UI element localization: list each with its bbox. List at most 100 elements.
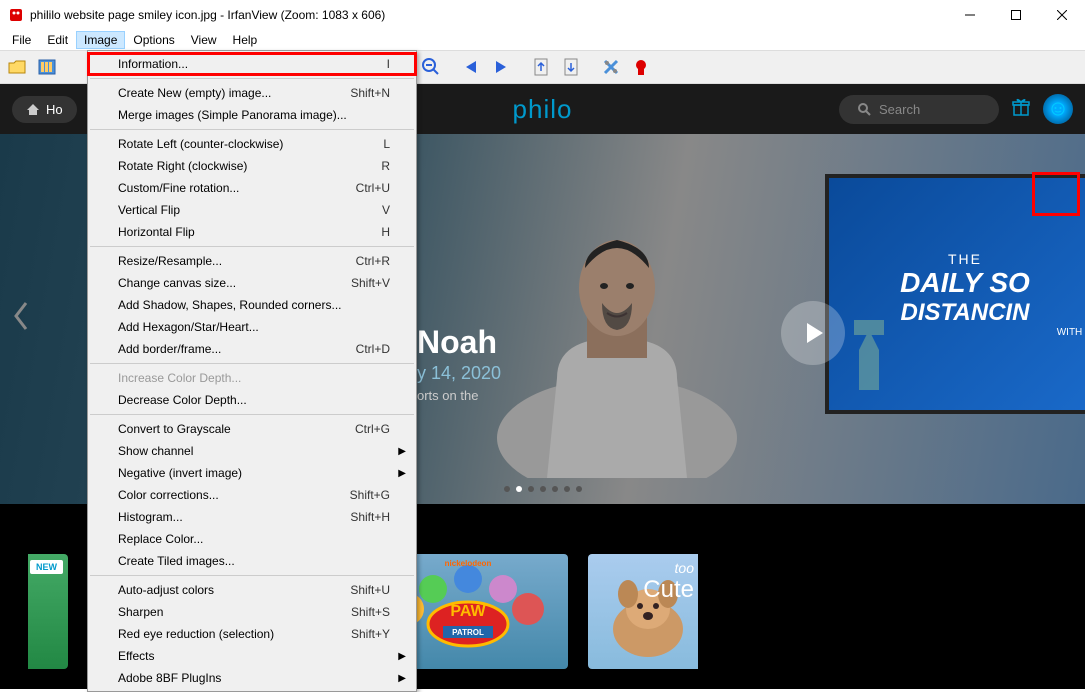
menu-edit[interactable]: Edit [39, 31, 76, 49]
menu-item-shortcut: Shift+U [350, 583, 390, 597]
menu-item-decrease-color-depth[interactable]: Decrease Color Depth... [88, 389, 416, 411]
menu-item-red-eye-reduction-selection[interactable]: Red eye reduction (selection)Shift+Y [88, 623, 416, 645]
menu-item-custom-fine-rotation[interactable]: Custom/Fine rotation...Ctrl+U [88, 177, 416, 199]
menu-item-label: Negative (invert image) [118, 466, 390, 480]
thumb-subtitle: Cute [643, 576, 694, 604]
menu-item-rotate-right-clockwise[interactable]: Rotate Right (clockwise)R [88, 155, 416, 177]
menu-item-label: Create Tiled images... [118, 554, 390, 568]
menu-item-color-corrections[interactable]: Color corrections...Shift+G [88, 484, 416, 506]
menu-item-create-tiled-images[interactable]: Create Tiled images... [88, 550, 416, 572]
menu-help[interactable]: Help [225, 31, 266, 49]
dot[interactable] [540, 486, 546, 492]
menu-item-label: Merge images (Simple Panorama image)... [118, 108, 390, 122]
menu-item-add-hexagon-star-heart[interactable]: Add Hexagon/Star/Heart... [88, 316, 416, 338]
minimize-button[interactable] [947, 0, 993, 30]
menu-separator [90, 246, 414, 247]
menu-item-resize-resample[interactable]: Resize/Resample...Ctrl+R [88, 250, 416, 272]
submenu-arrow-icon: ▶ [398, 673, 406, 684]
menu-view[interactable]: View [183, 31, 225, 49]
menu-item-label: Decrease Color Depth... [118, 393, 390, 407]
thumb-title: too [643, 560, 694, 576]
menu-item-adobe-8bf-plugins[interactable]: Adobe 8BF PlugIns▶ [88, 667, 416, 689]
submenu-arrow-icon: ▶ [398, 446, 406, 457]
dot[interactable] [576, 486, 582, 492]
menu-item-label: Color corrections... [118, 488, 350, 502]
prev-arrow-icon[interactable] [458, 54, 484, 80]
thumbnail[interactable]: NEW [28, 554, 68, 669]
profile-avatar[interactable] [1043, 94, 1073, 124]
menu-item-shortcut: R [381, 159, 390, 173]
menu-item-shortcut: Shift+N [350, 86, 390, 100]
open-icon[interactable] [4, 54, 30, 80]
zoom-out-icon[interactable] [418, 54, 444, 80]
menu-item-label: Add border/frame... [118, 342, 356, 356]
menu-item-merge-images-simple-panorama-image[interactable]: Merge images (Simple Panorama image)... [88, 104, 416, 126]
menu-item-shortcut: V [382, 203, 390, 217]
menu-item-horizontal-flip[interactable]: Horizontal FlipH [88, 221, 416, 243]
home-label: Ho [46, 102, 63, 117]
menu-item-label: Rotate Right (clockwise) [118, 159, 381, 173]
close-button[interactable] [1039, 0, 1085, 30]
dot[interactable] [516, 486, 522, 492]
dot[interactable] [504, 486, 510, 492]
hero-prev-arrow[interactable] [12, 301, 30, 338]
next-arrow-icon[interactable] [488, 54, 514, 80]
mascot-icon[interactable] [628, 54, 654, 80]
search-input[interactable]: Search [839, 95, 999, 124]
move-down-icon[interactable] [558, 54, 584, 80]
menu-item-shortcut: I [387, 57, 390, 71]
menu-item-label: Create New (empty) image... [118, 86, 350, 100]
menu-item-create-new-empty-image[interactable]: Create New (empty) image...Shift+N [88, 82, 416, 104]
menu-item-auto-adjust-colors[interactable]: Auto-adjust colorsShift+U [88, 579, 416, 601]
menu-item-information[interactable]: Information...I [88, 53, 416, 75]
menu-item-change-canvas-size[interactable]: Change canvas size...Shift+V [88, 272, 416, 294]
menu-file[interactable]: File [4, 31, 39, 49]
slideshow-icon[interactable] [34, 54, 60, 80]
menu-item-shortcut: Shift+S [351, 605, 390, 619]
menu-item-rotate-left-counter-clockwise[interactable]: Rotate Left (counter-clockwise)L [88, 133, 416, 155]
dot[interactable] [552, 486, 558, 492]
hero-subtitle: orts on the [417, 388, 501, 403]
image-menu-dropdown: Information...I Create New (empty) image.… [87, 50, 417, 692]
menu-item-add-border-frame[interactable]: Add border/frame...Ctrl+D [88, 338, 416, 360]
window-controls [947, 0, 1085, 30]
menu-item-vertical-flip[interactable]: Vertical FlipV [88, 199, 416, 221]
menu-item-show-channel[interactable]: Show channel▶ [88, 440, 416, 462]
menu-item-histogram[interactable]: Histogram...Shift+H [88, 506, 416, 528]
menu-separator [90, 78, 414, 79]
hero-screen-line4: WITH T [1057, 327, 1085, 338]
menu-item-shortcut: Ctrl+G [355, 422, 390, 436]
menu-item-label: Custom/Fine rotation... [118, 181, 356, 195]
gift-icon[interactable] [1011, 97, 1031, 122]
dot[interactable] [564, 486, 570, 492]
window-title: phililo website page smiley icon.jpg - I… [30, 8, 947, 22]
move-up-icon[interactable] [528, 54, 554, 80]
home-button[interactable]: Ho [12, 96, 77, 123]
menu-item-add-shadow-shapes-rounded-corners[interactable]: Add Shadow, Shapes, Rounded corners... [88, 294, 416, 316]
menu-separator [90, 414, 414, 415]
menu-image[interactable]: Image [76, 31, 125, 49]
hero-pagination [504, 486, 582, 492]
maximize-button[interactable] [993, 0, 1039, 30]
menu-separator [90, 575, 414, 576]
play-button[interactable] [781, 301, 845, 365]
thumbnail[interactable]: too Cute [588, 554, 698, 669]
philo-logo: philo [513, 94, 573, 125]
new-badge: NEW [30, 560, 63, 574]
hero-text-block: Noah y 14, 2020 orts on the [417, 324, 501, 403]
menu-item-convert-to-grayscale[interactable]: Convert to GrayscaleCtrl+G [88, 418, 416, 440]
menu-options[interactable]: Options [125, 31, 182, 49]
menu-item-sharpen[interactable]: SharpenShift+S [88, 601, 416, 623]
menu-item-label: Information... [118, 57, 387, 71]
menu-item-label: Resize/Resample... [118, 254, 356, 268]
menu-item-label: Horizontal Flip [118, 225, 381, 239]
menu-item-negative-invert-image[interactable]: Negative (invert image) ▶ [88, 462, 416, 484]
settings-icon[interactable] [598, 54, 624, 80]
menu-item-label: Convert to Grayscale [118, 422, 355, 436]
menu-item-effects[interactable]: Effects▶ [88, 645, 416, 667]
menubar: File Edit Image Options View Help [0, 30, 1085, 50]
dot[interactable] [528, 486, 534, 492]
menu-item-label: Increase Color Depth... [118, 371, 390, 385]
menu-item-replace-color[interactable]: Replace Color... [88, 528, 416, 550]
submenu-arrow-icon: ▶ [398, 468, 406, 479]
